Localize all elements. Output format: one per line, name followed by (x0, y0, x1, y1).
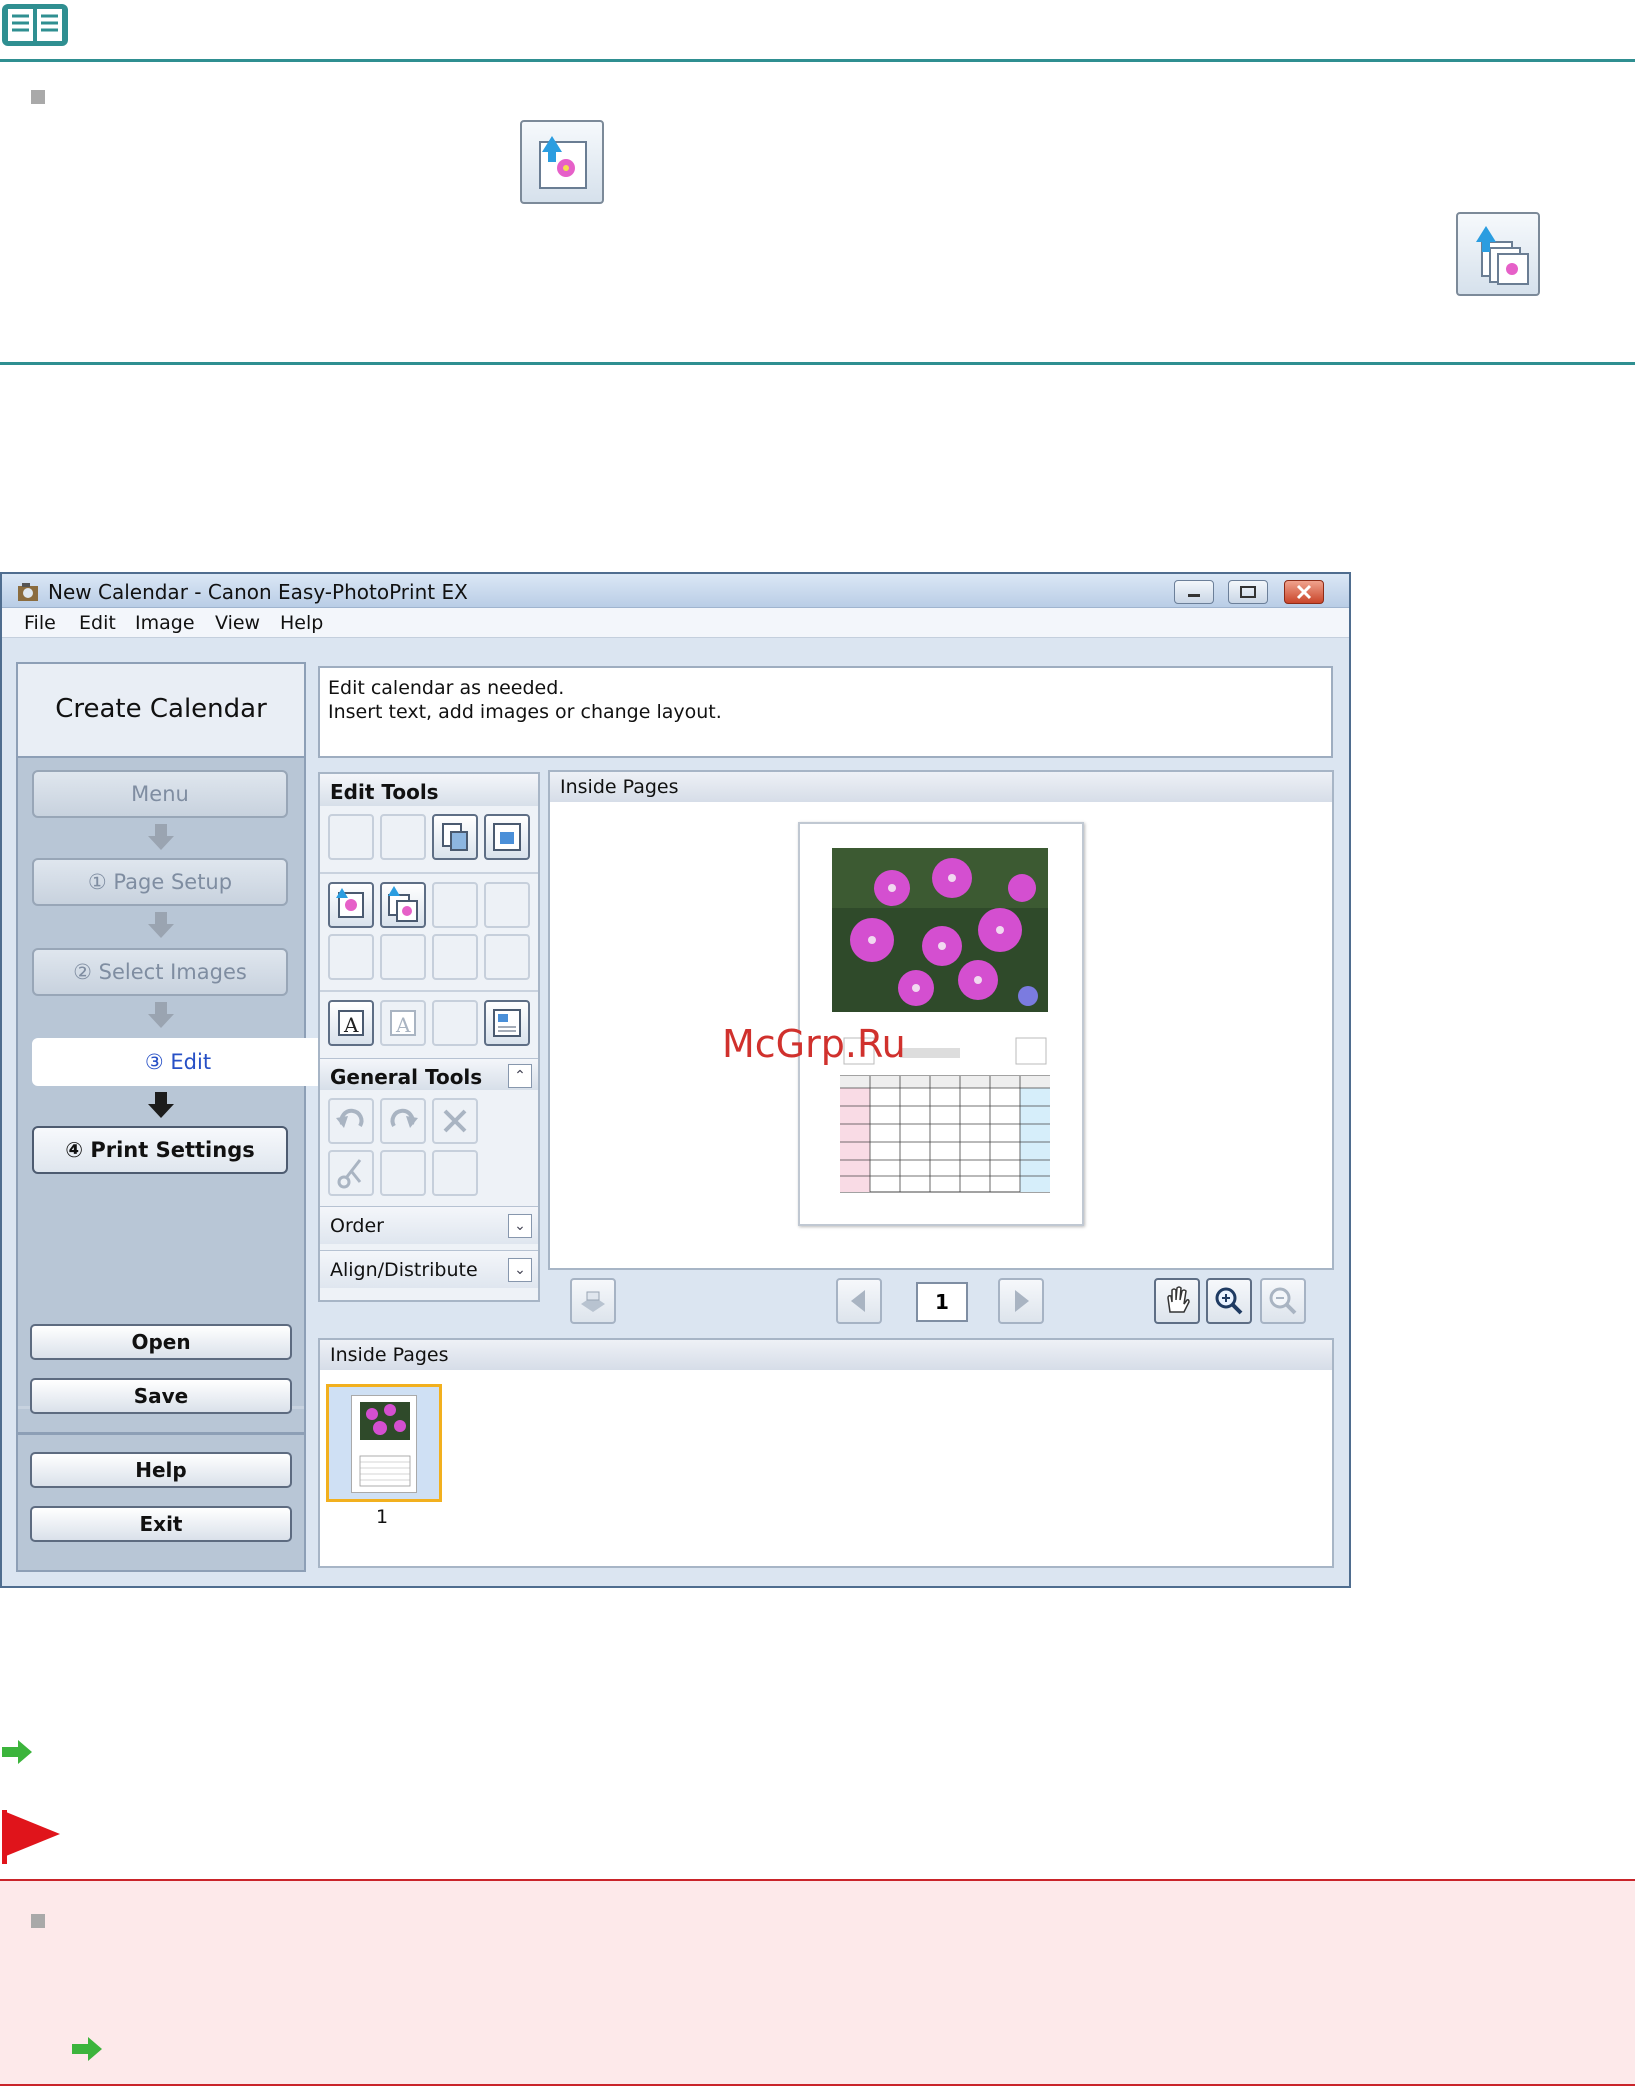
hand-tool-icon[interactable] (1154, 1278, 1200, 1324)
page-number-box[interactable]: 1 (916, 1282, 968, 1322)
flower-photo (832, 848, 1048, 1012)
watermark-text: McGrp.Ru (722, 1022, 906, 1066)
redo-icon[interactable] (380, 1098, 426, 1144)
menu-bar: File Edit Image View Help (2, 608, 1349, 638)
thumbnail-area: Inside Pages 1 (318, 1338, 1334, 1568)
next-page-icon[interactable] (998, 1278, 1044, 1324)
tools-divider (320, 872, 538, 874)
calendar-setting-icon[interactable] (432, 1000, 478, 1046)
note-bottom-rule (0, 362, 1635, 365)
title-bar: New Calendar - Canon Easy-PhotoPrint EX (2, 574, 1349, 608)
frame-tool-icon[interactable] (432, 882, 478, 928)
crop-icon[interactable] (432, 934, 478, 980)
bring-front-icon[interactable] (328, 934, 374, 980)
step-menu-button[interactable]: Menu (32, 770, 288, 818)
paste-icon[interactable] (432, 1150, 478, 1196)
background-icon[interactable] (484, 814, 530, 860)
save-button[interactable]: Save (30, 1378, 292, 1414)
panel-divider (18, 1432, 304, 1435)
tools-divider (320, 990, 538, 992)
menu-edit[interactable]: Edit (79, 612, 116, 634)
message-line-1: Edit calendar as needed. (328, 677, 565, 699)
rotate-right-icon[interactable] (380, 814, 426, 860)
step-print-settings-button[interactable]: ④ Print Settings (32, 1126, 288, 1174)
date-setting-icon[interactable] (484, 1000, 530, 1046)
message-line-2: Insert text, add images or change layout… (328, 701, 722, 723)
menu-file[interactable]: File (24, 612, 56, 634)
text-property-icon[interactable]: A (380, 1000, 426, 1046)
help-button[interactable]: Help (30, 1452, 292, 1488)
expand-chevron-icon[interactable]: ⌄ (508, 1214, 532, 1238)
app-icon (18, 583, 38, 601)
arrow-down-icon (148, 1092, 174, 1118)
copy-icon[interactable] (380, 1150, 426, 1196)
important-bottom-rule (0, 2084, 1635, 2086)
preview-header: Inside Pages (550, 772, 1332, 802)
important-box (0, 1881, 1635, 2085)
print-preview-icon[interactable] (570, 1278, 616, 1324)
window-title: New Calendar - Canon Easy-PhotoPrint EX (48, 580, 468, 604)
note-book-icon (2, 4, 68, 46)
menu-view[interactable]: View (215, 612, 260, 634)
previous-page-icon[interactable] (836, 1278, 882, 1324)
add-images-all-pages-icon (1456, 212, 1540, 296)
maximize-button[interactable] (1228, 580, 1268, 604)
note-top-rule (0, 59, 1635, 62)
important-bullet (31, 1914, 45, 1928)
close-button[interactable] (1284, 580, 1324, 604)
left-panel: Create Calendar Menu ① Page Setup ② Sele… (16, 662, 324, 1572)
menu-image[interactable]: Image (135, 612, 195, 634)
thumbnail-image (359, 1402, 411, 1487)
menu-help[interactable]: Help (280, 612, 323, 634)
add-image-icon (520, 120, 604, 204)
thumbnail-label: 1 (376, 1506, 389, 1528)
arrow-down-icon (148, 1002, 174, 1028)
green-arrow-icon[interactable] (70, 2035, 104, 2063)
add-image-tool-icon[interactable] (328, 882, 374, 928)
svg-text:A: A (395, 1013, 411, 1037)
undo-icon[interactable] (328, 1098, 374, 1144)
delete-icon[interactable] (432, 1098, 478, 1144)
step-page-setup-button[interactable]: ① Page Setup (32, 858, 288, 906)
open-button[interactable]: Open (30, 1324, 292, 1360)
step-select-images-button[interactable]: ② Select Images (32, 948, 288, 996)
thumbnail-item[interactable] (326, 1384, 442, 1502)
collapse-chevron-icon[interactable]: ⌃ (508, 1064, 532, 1088)
app-window: New Calendar - Canon Easy-PhotoPrint EX … (0, 572, 1351, 1588)
green-arrow-icon[interactable] (0, 1738, 34, 1766)
effect-icon[interactable] (484, 934, 530, 980)
thumbnail-header: Inside Pages (320, 1340, 1332, 1370)
arrow-down-icon (148, 912, 174, 938)
layout-select-icon[interactable] (432, 814, 478, 860)
send-back-icon[interactable] (380, 934, 426, 980)
order-header[interactable]: Order (320, 1206, 538, 1244)
minimize-button[interactable] (1174, 580, 1214, 604)
instruction-message: Edit calendar as needed. Insert text, ad… (318, 666, 1333, 758)
zoom-out-icon[interactable] (1260, 1278, 1306, 1324)
step-edit-button[interactable]: ③ Edit (32, 1038, 324, 1086)
expand-chevron-icon[interactable]: ⌄ (508, 1258, 532, 1282)
arrow-down-icon (148, 824, 174, 850)
align-distribute-header[interactable]: Align/Distribute (320, 1250, 538, 1288)
note-bullet (31, 90, 45, 104)
tools-panel: Edit Tools A A General Tools ⌃ Order ⌄ A… (318, 772, 540, 1302)
rotate-left-icon[interactable] (328, 814, 374, 860)
edit-tools-header: Edit Tools (320, 774, 538, 806)
svg-text:A: A (343, 1013, 359, 1037)
zoom-in-icon[interactable] (1206, 1278, 1252, 1324)
thumbnail-page (351, 1395, 417, 1493)
add-text-icon[interactable]: A (328, 1000, 374, 1046)
exit-button[interactable]: Exit (30, 1506, 292, 1542)
general-tools-header: General Tools (320, 1058, 538, 1090)
panel-title: Create Calendar (55, 694, 267, 724)
panel-title-box: Create Calendar (18, 664, 304, 758)
add-images-tool-icon[interactable] (380, 882, 426, 928)
preview-area: Inside Pages (548, 770, 1334, 1270)
preview-navigation: 1 (548, 1274, 1334, 1330)
important-flag-icon (2, 1810, 60, 1864)
cut-icon[interactable] (328, 1150, 374, 1196)
image-property-icon[interactable] (484, 882, 530, 928)
